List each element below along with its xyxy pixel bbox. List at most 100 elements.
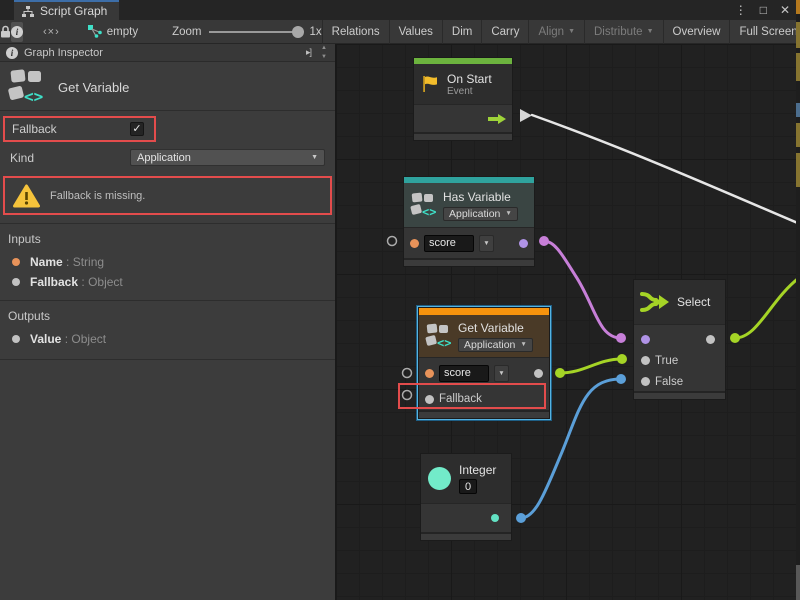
code-icon: ‹×› [43,26,60,38]
true-port-label: True [655,355,678,367]
integer-value-field[interactable]: 0 [459,479,477,494]
info-icon: i [6,47,18,59]
condition-input-port[interactable] [641,335,650,344]
node-title: Select [677,295,710,309]
divider [0,359,335,360]
warning-icon [13,184,40,208]
port-dot [12,335,20,343]
info-icon: i [11,26,23,38]
graph-pointer-icon [88,25,103,38]
values-button[interactable]: Values [389,20,442,44]
warning-banner: Fallback is missing. [3,176,332,215]
lock-icon [0,25,11,38]
node-on-start[interactable]: On Start Event [413,57,513,141]
integer-output-port[interactable] [491,514,499,522]
node-has-variable[interactable]: <> Has Variable Application ▼ score ▼ [403,176,535,267]
warning-text: Fallback is missing. [50,190,145,202]
selection-output-port[interactable] [706,335,715,344]
node-footer [421,532,511,540]
panel-scrollbar[interactable]: ▲ ▼ [317,44,331,62]
unit-title: Get Variable [58,80,129,95]
kind-label: Kind [10,151,130,165]
relations-button[interactable]: Relations [322,20,389,44]
node-title: Integer [459,463,496,477]
lock-button[interactable] [0,20,11,44]
toolbar-actions: Relations Values Dim Carry Align▼ Distri… [322,20,800,44]
scroll-up-icon: ▲ [321,44,327,53]
svg-text:<>: <> [24,87,43,106]
fallback-port-label: Fallback [439,393,482,405]
graph-canvas[interactable] [336,44,796,600]
graph-hierarchy-icon [22,6,34,17]
fallback-checkbox[interactable]: ✓ [130,122,144,136]
graph-inspector-panel: i Graph Inspector ▸] ▲ ▼ <> Get Variable… [0,44,336,600]
variable-name-dropdown[interactable]: ▼ [494,365,509,382]
variable-name-field[interactable]: score [439,365,489,382]
caret-down-icon: ▼ [568,28,575,35]
caret-down-icon: ▼ [483,240,489,247]
kind-dropdown[interactable]: Application ▼ [130,149,325,166]
panel-pop-icon[interactable]: ▸] [306,47,311,58]
scroll-down-icon: ▼ [321,53,327,62]
false-port-label: False [655,376,683,388]
node-footer [404,258,534,266]
zoom-slider[interactable] [209,31,301,33]
node-footer [414,132,512,140]
tab-title: Script Graph [40,4,107,18]
true-input-port[interactable] [641,356,650,365]
name-input-port[interactable] [410,239,419,248]
graph-toolbar: i ‹×› empty Zoom 1x Relations Values Dim [0,20,800,44]
tab-script-graph[interactable]: Script Graph [14,0,119,20]
divider [0,110,335,111]
carry-button[interactable]: Carry [481,20,528,44]
variable-kind-dropdown[interactable]: Application ▼ [458,338,533,352]
value-output-port[interactable] [534,369,543,378]
zoom-slider-knob[interactable] [292,26,304,38]
caret-down-icon: ▼ [505,210,511,217]
node-get-variable[interactable]: <> Get Variable Application ▼ score ▼ Fa… [418,307,550,419]
variable-icon: <> [425,323,451,349]
info-toggle-button[interactable]: i [11,22,23,42]
orange-color-bar [419,308,549,315]
svg-text:<>: <> [422,205,436,218]
overview-button[interactable]: Overview [663,20,730,44]
input-row: Name : String [0,252,335,272]
outputs-section-title: Outputs [0,301,335,329]
close-icon[interactable]: ✕ [780,3,790,17]
svg-text:<>: <> [437,336,451,349]
false-input-port[interactable] [641,377,650,386]
exec-output-port[interactable] [488,113,506,125]
title-bar: Script Graph ⋮ □ ✕ [0,0,800,20]
window-menu-icon[interactable]: ⋮ [735,3,747,17]
variable-icon: <> [8,68,44,106]
variable-name-field[interactable]: score [424,235,474,252]
maximize-icon[interactable]: □ [760,3,767,17]
name-input-port[interactable] [425,369,434,378]
fullscreen-button[interactable]: Full Screen [729,20,800,44]
variable-kind-dropdown[interactable]: Application ▼ [443,207,518,221]
caret-down-icon: ▼ [311,154,318,161]
graph-pointer-button[interactable]: empty [80,20,146,44]
caret-down-icon: ▼ [498,370,504,377]
node-footer [419,410,549,418]
variable-name-dropdown[interactable]: ▼ [479,235,494,252]
inspector-header: i Graph Inspector ▸] ▲ ▼ [0,44,335,62]
check-icon: ✓ [132,124,141,135]
flag-icon [420,74,440,94]
node-subtitle: Event [447,86,492,97]
port-dot [12,258,20,266]
inspector-title: Graph Inspector [24,47,103,59]
distribute-button[interactable]: Distribute▼ [584,20,663,44]
caret-down-icon: ▼ [520,341,526,348]
code-preview-button[interactable]: ‹×› [43,20,60,44]
fallback-input-port[interactable] [425,395,434,404]
align-button[interactable]: Align▼ [528,20,584,44]
dim-button[interactable]: Dim [442,20,481,44]
result-output-port[interactable] [519,239,528,248]
zoom-value: 1x [309,26,321,38]
caret-down-icon: ▼ [647,28,654,35]
select-merge-icon [640,290,670,314]
node-integer[interactable]: Integer 0 [420,453,512,541]
node-select[interactable]: Select True False [633,279,726,400]
kind-property-row: Kind Application ▼ [10,149,325,166]
